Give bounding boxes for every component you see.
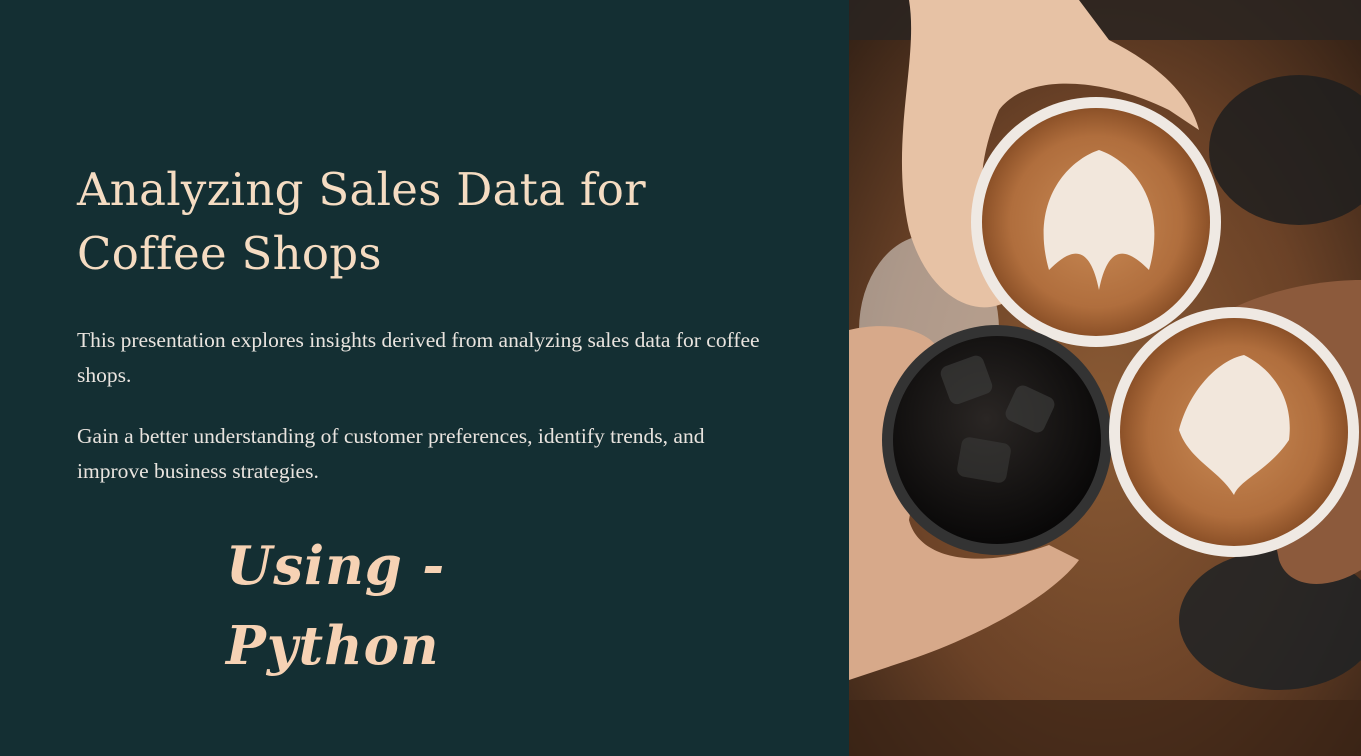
goal-paragraph: Gain a better understanding of customer … xyxy=(77,424,705,483)
coffee-cups-photo xyxy=(849,0,1361,756)
intro-paragraph: This presentation explores insights deri… xyxy=(77,328,760,387)
slide-text-panel: Analyzing Sales Data for Coffee Shops Th… xyxy=(0,0,849,756)
slide-title: Analyzing Sales Data for Coffee Shops xyxy=(77,163,646,280)
slide-subtitle: Using - Python xyxy=(226,535,446,677)
